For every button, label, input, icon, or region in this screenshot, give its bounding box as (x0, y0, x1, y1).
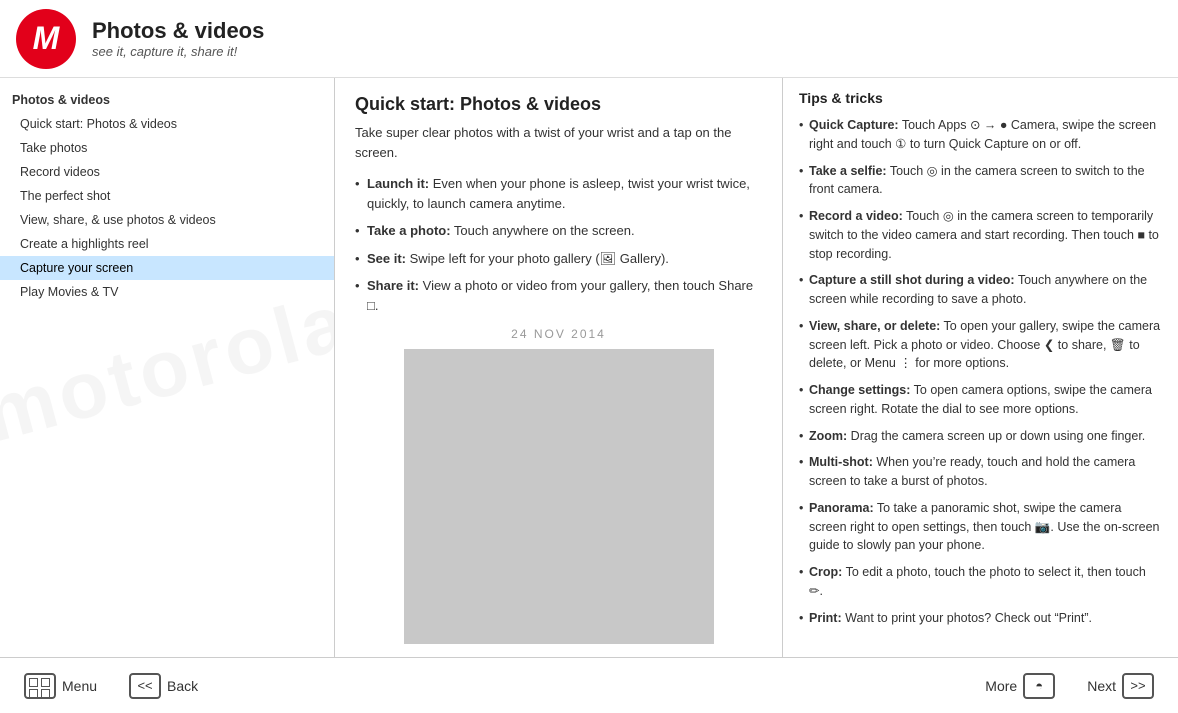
main-bullet-item: Share it: View a photo or video from you… (355, 276, 762, 315)
more-button[interactable]: More ◓ (977, 669, 1063, 703)
app-title: Photos & videos (92, 18, 264, 44)
next-label: Next (1087, 678, 1116, 694)
tip-item: Multi-shot: When you’re ready, touch and… (799, 453, 1162, 491)
photo-date: 24 NOV 2014 (355, 327, 762, 341)
sidebar-item[interactable]: Record videos (0, 160, 334, 184)
sidebar-item[interactable]: Capture your screen (0, 256, 334, 280)
menu-button[interactable]: Menu (16, 669, 105, 703)
main-intro: Take super clear photos with a twist of … (355, 123, 762, 162)
tip-item: Capture a still shot during a video: Tou… (799, 271, 1162, 309)
more-icon: ◓ (1023, 673, 1055, 699)
motorola-logo: M (16, 9, 76, 69)
next-button[interactable]: Next >> (1079, 669, 1162, 703)
main-bullet-item: Take a photo: Touch anywhere on the scre… (355, 221, 762, 241)
menu-icon (24, 673, 56, 699)
tip-item: Quick Capture: Touch Apps ⊙ → ● Camera, … (799, 116, 1162, 154)
tip-item: Crop: To edit a photo, touch the photo t… (799, 563, 1162, 601)
main-title: Quick start: Photos & videos (355, 94, 762, 115)
sidebar-nav: Photos & videosQuick start: Photos & vid… (0, 88, 334, 304)
back-label: Back (167, 678, 198, 694)
sidebar-item[interactable]: The perfect shot (0, 184, 334, 208)
back-icon: << (129, 673, 161, 699)
sidebar-item[interactable]: Play Movies & TV (0, 280, 334, 304)
footer-right: More ◓ Next >> (977, 669, 1162, 703)
tips-heading: Tips & tricks (799, 90, 1162, 106)
footer-left: Menu << Back (16, 669, 206, 703)
back-button[interactable]: << Back (121, 669, 206, 703)
header: M Photos & videos see it, capture it, sh… (0, 0, 1178, 78)
logo-letter: M (33, 20, 60, 57)
sidebar-item[interactable]: Quick start: Photos & videos (0, 112, 334, 136)
app-subtitle: see it, capture it, share it! (92, 44, 264, 59)
content-area: Quick start: Photos & videos Take super … (335, 78, 1178, 657)
tip-item: Panorama: To take a panoramic shot, swip… (799, 499, 1162, 555)
sidebar: motorola Photos & videosQuick start: Pho… (0, 78, 335, 657)
tip-item: Print: Want to print your photos? Check … (799, 609, 1162, 628)
menu-label: Menu (62, 678, 97, 694)
sidebar-item[interactable]: Create a highlights reel (0, 232, 334, 256)
main-bullet-item: Launch it: Even when your phone is aslee… (355, 174, 762, 213)
next-icon: >> (1122, 673, 1154, 699)
sidebar-item[interactable]: Take photos (0, 136, 334, 160)
photo-placeholder (404, 349, 714, 644)
main-layout: motorola Photos & videosQuick start: Pho… (0, 78, 1178, 657)
sidebar-item[interactable]: Photos & videos (0, 88, 334, 112)
main-content: Quick start: Photos & videos Take super … (335, 78, 783, 657)
tips-list: Quick Capture: Touch Apps ⊙ → ● Camera, … (799, 116, 1162, 627)
tip-item: Zoom: Drag the camera screen up or down … (799, 427, 1162, 446)
header-title-block: Photos & videos see it, capture it, shar… (92, 18, 264, 59)
main-bullet-item: See it: Swipe left for your photo galler… (355, 249, 762, 269)
more-label: More (985, 678, 1017, 694)
main-bullet-list: Launch it: Even when your phone is aslee… (355, 174, 762, 315)
tip-item: View, share, or delete: To open your gal… (799, 317, 1162, 373)
footer: Menu << Back More ◓ Next >> (0, 657, 1178, 713)
tip-item: Record a video: Touch ◎ in the camera sc… (799, 207, 1162, 263)
tips-panel: Tips & tricks Quick Capture: Touch Apps … (783, 78, 1178, 657)
tip-item: Take a selfie: Touch ◎ in the camera scr… (799, 162, 1162, 200)
photo-section: 24 NOV 2014 (355, 327, 762, 644)
tip-item: Change settings: To open camera options,… (799, 381, 1162, 419)
sidebar-item[interactable]: View, share, & use photos & videos (0, 208, 334, 232)
